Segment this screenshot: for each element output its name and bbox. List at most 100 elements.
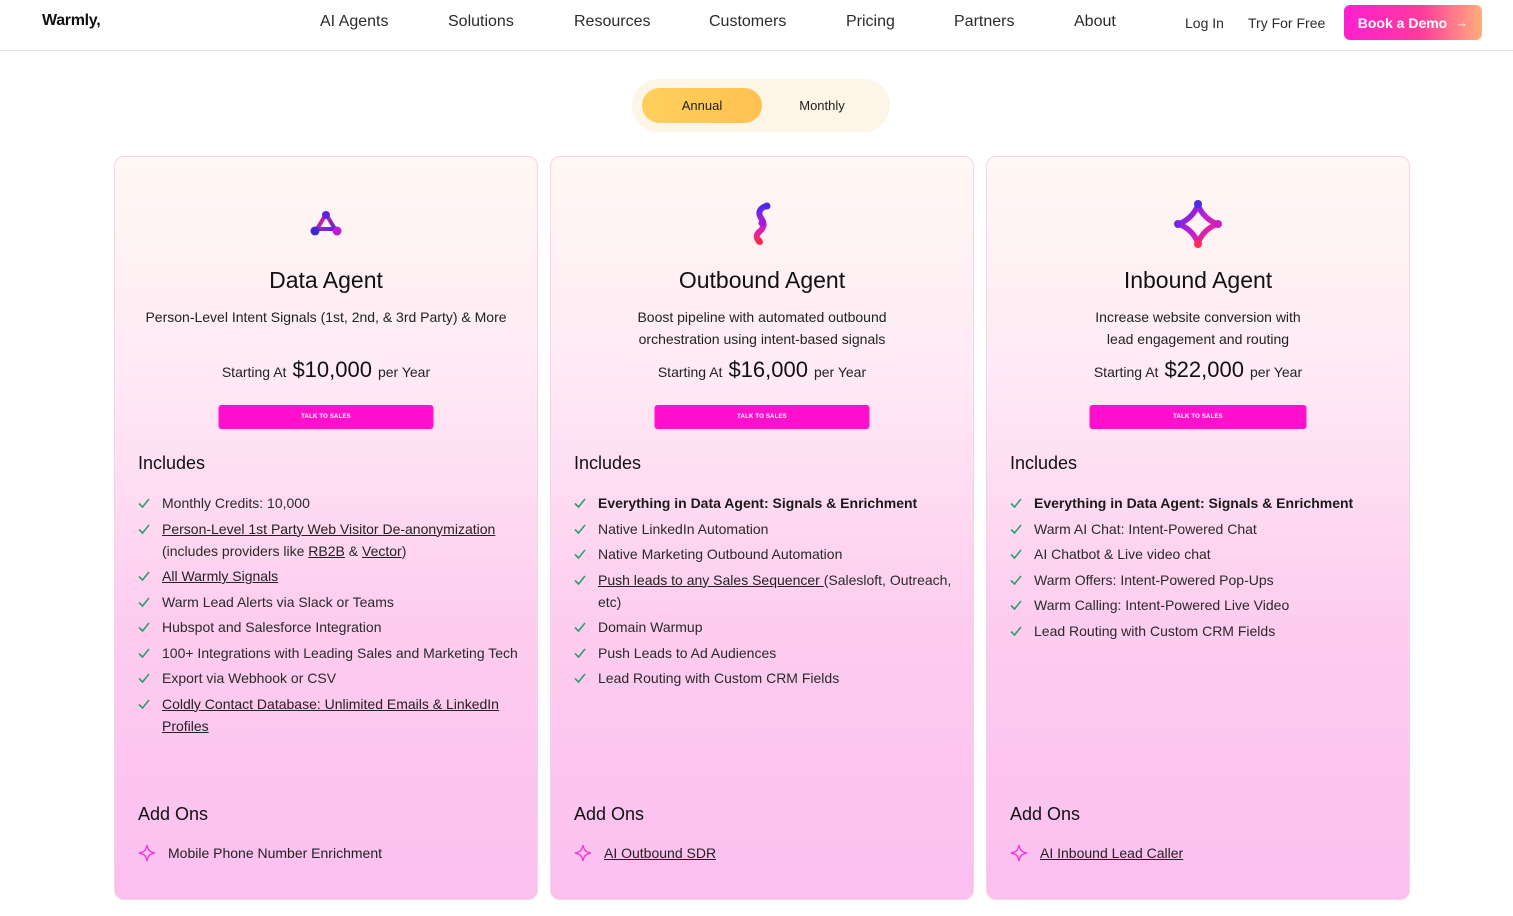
book-demo-button[interactable]: Book a Demo → [1344,5,1482,40]
includes-heading: Includes [1010,453,1078,473]
feature-text: Hubspot and Salesforce Integration [162,619,382,635]
check-icon [574,622,586,633]
feature-text: Export via Webhook or CSV [162,670,337,686]
plan-title: Outbound Agent [678,267,846,293]
nav-resources[interactable]: Resources [574,13,650,31]
feature-item: 100+ Integrations with Leading Sales and… [138,642,523,664]
arrow-right-icon: → [1455,15,1469,30]
check-icon [1010,600,1022,611]
top-navbar: Warmly, AI Agents Solutions Resources Cu… [0,0,1513,51]
price-row: Starting At $10,000 per Year [115,357,537,383]
nav-customers[interactable]: Customers [709,13,786,31]
plan-description: Boost pipeline with automated outbound o… [582,306,942,350]
sparkle-icon [574,844,592,862]
vector-link[interactable]: Vector [362,543,402,559]
feature-item: Warm AI Chat: Intent-Powered Chat [1010,518,1395,540]
feature-link-coldly[interactable]: Coldly Contact Database: Unlimited Email… [162,696,499,734]
check-icon [138,673,150,684]
plan-card-outbound-agent: Outbound Agent Boost pipeline with autom… [550,156,974,900]
feature-text: Monthly Credits: 10,000 [162,495,310,511]
check-icon [1010,625,1022,636]
check-icon [138,571,150,582]
feature-text: Warm AI Chat: Intent-Powered Chat [1034,520,1257,537]
addon-link[interactable]: AI Outbound SDR [604,845,716,861]
feature-text: (includes providers like [162,542,309,559]
check-icon [1010,498,1022,509]
toggle-annual[interactable]: Annual [642,88,762,123]
check-icon [574,673,586,684]
plan-description-line: orchestration using intent-based signals [638,331,886,347]
feature-link-deanonymization[interactable]: Person-Level 1st Party Web Visitor De-an… [162,521,495,537]
warmly-logo[interactable]: Warmly, [42,12,101,30]
price-period: per Year [377,364,431,380]
feature-text: Native LinkedIn Automation [598,520,769,537]
price-value: $22,000 [1164,357,1244,382]
try-free-link[interactable]: Try For Free [1248,15,1325,31]
login-link[interactable]: Log In [1185,15,1224,31]
feature-text: Warm Calling: Intent-Powered Live Video [1034,597,1290,613]
feature-text: Warm Lead Alerts via Slack or Teams [162,593,394,610]
nav-about[interactable]: About [1074,13,1116,31]
data-agent-logo-icon [299,197,353,251]
check-icon [1010,549,1022,560]
feature-item: Coldly Contact Database: Unlimited Email… [138,693,523,737]
feature-list: Monthly Credits: 10,000 Person-Level 1st… [138,492,523,740]
feature-item: Person-Level 1st Party Web Visitor De-an… [138,518,523,562]
feature-item: Lead Routing with Custom CRM Fields [574,667,959,689]
feature-link-sequencer[interactable]: Push leads to any Sales Sequencer [598,572,824,588]
feature-item: Export via Webhook or CSV [138,667,523,689]
check-icon [574,523,586,534]
nav-ai-agents[interactable]: AI Agents [320,13,389,31]
feature-text: Domain Warmup [598,619,703,635]
starting-at-label: Starting At [221,364,287,380]
plan-description-line: lead engagement and routing [1106,331,1290,347]
plan-description-line: Boost pipeline with automated outbound [637,309,887,325]
nav-partners[interactable]: Partners [954,13,1014,31]
feature-list: Everything in Data Agent: Signals & Enri… [1010,492,1395,645]
plan-title: Data Agent [269,267,383,293]
includes-heading: Includes [574,453,642,473]
toggle-monthly[interactable]: Monthly [762,88,882,123]
sparkle-icon [1010,844,1028,862]
check-icon [1010,523,1022,534]
check-icon [138,498,150,509]
nav-pricing[interactable]: Pricing [846,13,895,31]
talk-to-sales-button[interactable]: TALK TO SALES [218,405,434,429]
includes-heading: Includes [138,453,206,473]
plan-description-line: Person-Level Intent Signals (1st, 2nd, &… [145,309,507,325]
check-icon [574,498,586,509]
feature-item: Push Leads to Ad Audiences [574,642,959,664]
plan-description: Person-Level Intent Signals (1st, 2nd, &… [126,306,526,328]
rb2b-link[interactable]: RB2B [308,543,345,559]
price-value: $16,000 [728,357,808,382]
check-icon [574,647,586,658]
feature-item: Push leads to any Sales Sequencer (Sales… [574,569,959,613]
check-icon [138,523,150,534]
feature-text: Everything in Data Agent: Signals & Enri… [1034,495,1354,511]
talk-to-sales-button[interactable]: TALK TO SALES [654,405,870,429]
feature-item: Warm Offers: Intent-Powered Pop-Ups [1010,569,1395,591]
feature-item: Everything in Data Agent: Signals & Enri… [1010,492,1395,514]
addons-heading: Add Ons [574,804,645,824]
feature-text: Lead Routing with Custom CRM Fields [598,670,840,686]
check-icon [138,596,150,607]
feature-text: 100+ Integrations with Leading Sales and… [162,644,518,661]
feature-item: Native LinkedIn Automation [574,518,959,540]
plan-description-line: Increase website conversion with [1095,309,1301,325]
feature-text: Everything in Data Agent: Signals & Enri… [598,495,918,511]
feature-item: Native Marketing Outbound Automation [574,543,959,565]
feature-link-signals[interactable]: All Warmly Signals [162,568,278,584]
nav-solutions[interactable]: Solutions [448,13,514,31]
addon-link[interactable]: AI Inbound Lead Caller [1040,845,1183,861]
check-icon [574,549,586,560]
price-period: per Year [1249,364,1303,380]
check-icon [138,647,150,658]
feature-text: AI Chatbot & Live video chat [1034,546,1211,562]
feature-text: Push Leads to Ad Audiences [598,644,777,661]
feature-item: Monthly Credits: 10,000 [138,492,523,514]
price-row: Starting At $22,000 per Year [987,357,1409,383]
talk-to-sales-button[interactable]: TALK TO SALES [1089,405,1307,429]
plan-title: Inbound Agent [1123,267,1273,293]
feature-text: Lead Routing with Custom CRM Fields [1034,622,1276,639]
feature-item: All Warmly Signals [138,565,523,587]
